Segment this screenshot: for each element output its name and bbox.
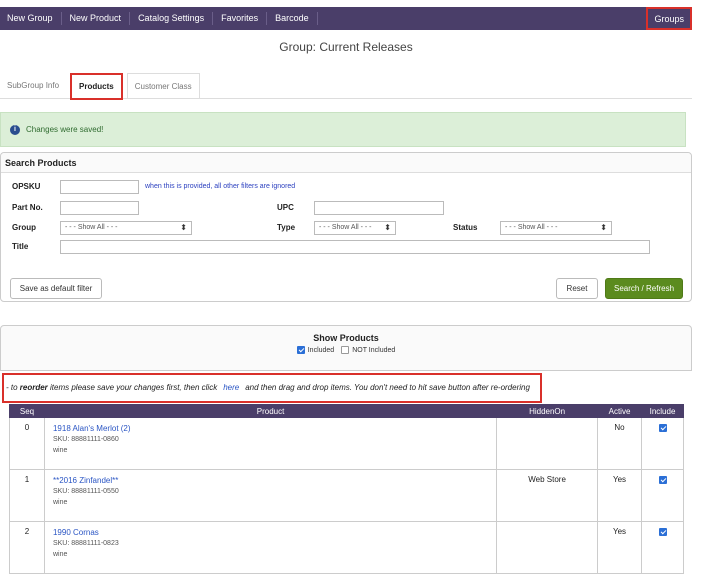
row-product: 1918 Alan's Merlot (2) SKU: 88881111-086… [43, 417, 498, 470]
included-label: Included [307, 346, 335, 354]
page-title: Group: Current Releases [279, 40, 413, 54]
header-hiddenon[interactable]: HiddenOn [496, 404, 599, 418]
product-category: wine [52, 499, 68, 506]
row-seq: 2 [9, 521, 45, 574]
title-input[interactable] [60, 240, 650, 254]
nav-catalog-settings[interactable]: Catalog Settings [130, 12, 214, 25]
table-header-row: Seq Product HiddenOn Active Include [9, 404, 684, 418]
row-product: 1990 Cornas SKU: 88881111-0823 wine [43, 521, 498, 574]
opsku-hint: when this is provided, all other filters… [145, 183, 296, 190]
success-alert: i Changes were saved! [0, 112, 686, 147]
product-link[interactable]: 1990 Cornas [53, 527, 488, 538]
row-seq: 1 [9, 469, 45, 522]
product-link[interactable]: **2016 Zinfandel** [53, 475, 488, 486]
nav-new-product[interactable]: New Product [62, 12, 131, 25]
row-product: **2016 Zinfandel** SKU: 88881111-0550 wi… [43, 469, 498, 522]
table-row: 0 1918 Alan's Merlot (2) SKU: 88881111-0… [9, 417, 684, 470]
row-include [641, 417, 684, 470]
show-products-title: Show Products [313, 333, 379, 343]
type-select[interactable]: - - - Show All - - - ⬍ [314, 221, 396, 235]
reorder-suffix: and then drag and drop items. You don't … [245, 383, 530, 392]
product-category: wine [52, 551, 68, 558]
product-sku: SKU: 88881111-0860 [52, 436, 119, 443]
row-include [641, 469, 684, 522]
product-sku: SKU: 88881111-0550 [52, 488, 119, 495]
show-products-options: Included NOT Included [1, 346, 691, 354]
reorder-here-link[interactable]: here [217, 383, 245, 392]
not-included-checkbox[interactable] [341, 346, 350, 354]
row-active: Yes [597, 469, 642, 522]
group-select[interactable]: - - - Show All - - - ⬍ [60, 221, 192, 235]
row-hiddenon: Web Store [496, 469, 599, 522]
reorder-note: - to reorder items please save your chan… [2, 373, 542, 403]
info-icon: i [10, 124, 20, 135]
opsku-label: OPSKU [12, 182, 41, 191]
title-label: Title [12, 242, 29, 251]
included-checkbox[interactable] [296, 346, 305, 354]
row-active: No [597, 417, 642, 470]
table-row: 2 1990 Cornas SKU: 88881111-0823 wine Ye… [9, 521, 684, 574]
type-label: Type [277, 223, 296, 232]
row-active: Yes [597, 521, 642, 574]
header-include[interactable]: Include [641, 404, 684, 418]
status-select-value: - - - Show All - - - [505, 224, 558, 231]
search-refresh-button[interactable]: Search / Refresh [605, 278, 683, 299]
updown-arrow-icon: ⬍ [180, 223, 187, 232]
header-seq[interactable]: Seq [9, 404, 45, 418]
nav-groups[interactable]: Groups [646, 7, 692, 30]
nav-favorites[interactable]: Favorites [213, 12, 268, 25]
reorder-bold: reorder [19, 383, 48, 392]
tab-customer-class[interactable]: Customer Class [126, 73, 200, 98]
group-select-value: - - - Show All - - - [65, 224, 118, 231]
products-table: Seq Product HiddenOn Active Include 0 19… [9, 404, 684, 574]
nav-new-group[interactable]: New Group [0, 12, 62, 25]
status-select[interactable]: - - - Show All - - - ⬍ [500, 221, 612, 235]
top-nav: New Group New Product Catalog Settings F… [0, 7, 692, 30]
product-category: wine [52, 447, 68, 454]
row-seq: 0 [9, 417, 45, 470]
upc-input[interactable] [314, 201, 444, 215]
alert-text: Changes were saved! [26, 125, 104, 134]
include-checkbox[interactable] [658, 527, 667, 536]
show-products-panel: Show Products Included NOT Included [0, 325, 692, 371]
opsku-input[interactable] [60, 180, 139, 194]
header-product[interactable]: Product [43, 404, 498, 418]
status-label: Status [453, 223, 478, 232]
partno-label: Part No. [12, 203, 43, 212]
upc-label: UPC [277, 203, 294, 212]
nav-barcode[interactable]: Barcode [267, 12, 318, 25]
header-active[interactable]: Active [597, 404, 642, 418]
tab-bar: SubGroup Info Products Customer Class [0, 73, 692, 100]
tab-subgroup-info[interactable]: SubGroup Info [0, 73, 66, 98]
search-panel-title: Search Products [1, 153, 691, 173]
save-default-filter-button[interactable]: Save as default filter [10, 278, 102, 299]
partno-input[interactable] [60, 201, 139, 215]
row-hiddenon [496, 521, 599, 574]
product-sku: SKU: 88881111-0823 [52, 540, 119, 547]
row-include [641, 521, 684, 574]
updown-arrow-icon: ⬍ [384, 223, 391, 232]
table-row: 1 **2016 Zinfandel** SKU: 88881111-0550 … [9, 469, 684, 522]
include-checkbox[interactable] [658, 475, 667, 484]
not-included-label: NOT Included [352, 346, 396, 354]
tab-products[interactable]: Products [70, 73, 123, 100]
row-hiddenon [496, 417, 599, 470]
reorder-middle: items please save your changes first, th… [47, 383, 218, 392]
product-link[interactable]: 1918 Alan's Merlot (2) [53, 423, 488, 434]
reset-button[interactable]: Reset [556, 278, 598, 299]
include-checkbox[interactable] [658, 423, 667, 432]
group-label: Group [12, 223, 36, 232]
updown-arrow-icon: ⬍ [600, 223, 607, 232]
reorder-prefix: - to [6, 383, 20, 392]
type-select-value: - - - Show All - - - [319, 224, 372, 231]
search-panel: Search Products OPSKU when this is provi… [0, 152, 692, 302]
